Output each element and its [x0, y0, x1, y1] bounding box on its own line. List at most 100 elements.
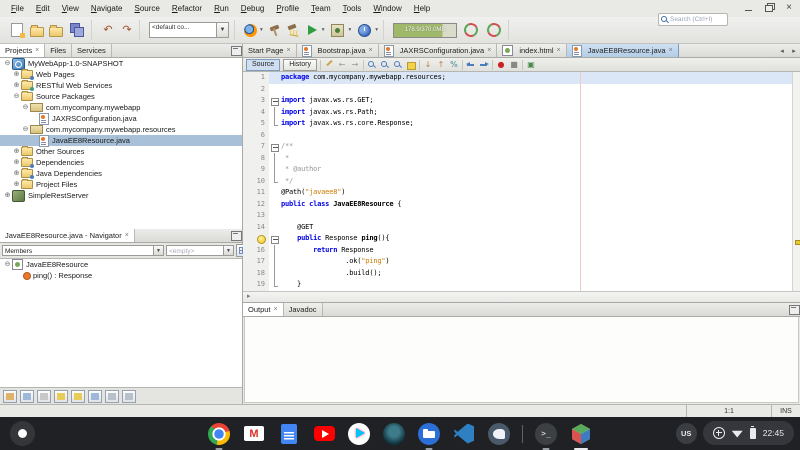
tab-services[interactable]: Services: [72, 44, 112, 57]
shelf-app-files[interactable]: [417, 422, 441, 446]
minimize-panel-icon[interactable]: [230, 44, 242, 57]
fold-marker[interactable]: [269, 279, 281, 291]
build-button[interactable]: [268, 23, 282, 37]
shift-line-right-icon[interactable]: [479, 60, 489, 70]
view-source-button[interactable]: Source: [246, 59, 280, 71]
clean-build-button[interactable]: [287, 23, 301, 37]
menu-team[interactable]: Team: [305, 2, 337, 15]
code-line-19[interactable]: 19 }: [243, 279, 800, 291]
open-project-button[interactable]: [49, 27, 63, 37]
minimized-window-icon[interactable]: [88, 390, 102, 403]
code-line-5[interactable]: 5import javax.ws.rs.core.Response;: [243, 118, 800, 130]
forward-icon[interactable]: →: [350, 60, 360, 70]
menu-file[interactable]: File: [5, 2, 30, 15]
output-tab-javadoc[interactable]: Javadoc: [284, 303, 323, 316]
error-stripe[interactable]: [792, 72, 800, 291]
close-tab-icon[interactable]: ×: [125, 232, 129, 239]
expand-icon[interactable]: ⊕: [12, 69, 21, 80]
minimized-palette-icon[interactable]: [3, 390, 17, 403]
menu-navigate[interactable]: Navigate: [85, 2, 129, 15]
shelf-app-cloud-app[interactable]: [487, 422, 511, 446]
find-next-occurrence-icon[interactable]: [380, 60, 390, 70]
keyboard-layout-badge[interactable]: US: [676, 423, 697, 444]
garbage-collect-1-button[interactable]: [462, 21, 480, 39]
shelf-app-terminal[interactable]: >_: [534, 422, 558, 446]
last-edited-icon[interactable]: [324, 60, 334, 70]
minimized-layout-icon[interactable]: [105, 390, 119, 403]
code-line-11[interactable]: 11@Path("javaee8"): [243, 187, 800, 199]
close-tab-icon[interactable]: ×: [274, 306, 278, 313]
tree-item-javaee8resource[interactable]: ⊖JavaEE8Resource: [0, 259, 242, 270]
collapse-icon[interactable]: ⊖: [21, 124, 30, 135]
collapse-icon[interactable]: ⊖: [12, 91, 21, 102]
scroll-tabs-right-icon[interactable]: ▸: [788, 44, 800, 57]
undo-button[interactable]: ↶: [101, 23, 115, 37]
run-button[interactable]: [308, 25, 317, 35]
close-tab-icon[interactable]: ×: [35, 47, 39, 54]
fold-marker[interactable]: [269, 245, 281, 257]
run-configuration-select[interactable]: <default co...▼: [149, 23, 229, 37]
code-line-13[interactable]: 13: [243, 210, 800, 222]
fold-marker[interactable]: [269, 268, 281, 280]
warning-mark[interactable]: [795, 240, 800, 245]
redo-button[interactable]: ↷: [120, 23, 134, 37]
navigator-filter-select[interactable]: <empty>▼: [166, 245, 234, 256]
new-project-button[interactable]: [30, 27, 44, 37]
browser-button[interactable]: [244, 24, 257, 37]
code-line-16[interactable]: 16 return Response: [243, 245, 800, 257]
output-tab-output[interactable]: Output×: [243, 303, 284, 316]
launcher-button[interactable]: [10, 421, 35, 446]
menu-view[interactable]: View: [56, 2, 85, 15]
close-tab-icon[interactable]: ×: [487, 47, 491, 54]
close-tab-icon[interactable]: ×: [286, 47, 290, 54]
toggle-highlight-search-icon[interactable]: [406, 60, 416, 70]
shelf-app-chrome[interactable]: [207, 422, 231, 446]
close-tab-icon[interactable]: ×: [557, 47, 561, 54]
shelf-app-gmail[interactable]: M: [242, 422, 266, 446]
collapse-icon[interactable]: ⊖: [3, 259, 12, 270]
close-tab-icon[interactable]: ×: [669, 47, 673, 54]
debug-project-button[interactable]: [331, 24, 344, 37]
navigator-tab[interactable]: JavaEE8Resource.java - Navigator×: [0, 229, 135, 242]
code-line-14[interactable]: 14 @GET: [243, 222, 800, 234]
editor-tab-javaee8resource-java[interactable]: JavaEE8Resource.java×: [567, 44, 679, 57]
start-macro-recording-icon[interactable]: ●: [496, 60, 506, 70]
menu-debug[interactable]: Debug: [235, 2, 271, 15]
code-line-18[interactable]: 18 .build();: [243, 268, 800, 280]
code-line-7[interactable]: 7/**: [243, 141, 800, 153]
minimize-panel-icon[interactable]: [230, 229, 242, 242]
code-line-1[interactable]: 1package com.mycompany.mywebapp.resource…: [243, 72, 800, 84]
tree-item-com-mycompany-mywebapp-resources[interactable]: ⊖com.mycompany.mywebapp.resources: [0, 124, 242, 135]
search-input[interactable]: [668, 15, 725, 24]
quick-search[interactable]: [658, 13, 728, 26]
editor-tab-index-html[interactable]: index.html×: [497, 44, 566, 57]
code-line-6[interactable]: 6: [243, 130, 800, 142]
save-all-button[interactable]: [70, 23, 84, 37]
minimized-inspector-icon[interactable]: [37, 390, 51, 403]
shelf-app-photos-dark-app[interactable]: [382, 422, 406, 446]
stop-macro-recording-icon[interactable]: ■: [509, 60, 519, 70]
menu-edit[interactable]: Edit: [30, 2, 56, 15]
code-line-8[interactable]: 8 *: [243, 153, 800, 165]
collapse-icon[interactable]: ⊖: [3, 58, 12, 69]
find-previous-occurrence-icon[interactable]: [393, 60, 403, 70]
new-file-button[interactable]: [11, 23, 23, 37]
shelf-app-youtube[interactable]: [312, 422, 336, 446]
profile-project-button[interactable]: [358, 24, 371, 37]
previous-bookmark-icon[interactable]: ↑: [436, 60, 446, 70]
collapse-icon[interactable]: ⊖: [21, 102, 30, 113]
output-content[interactable]: [244, 317, 799, 403]
fold-marker[interactable]: [269, 107, 281, 119]
insert-code-icon[interactable]: ▣: [526, 60, 536, 70]
shelf-app-play-store[interactable]: [347, 422, 371, 446]
menu-tools[interactable]: Tools: [337, 2, 368, 15]
menu-window[interactable]: Window: [367, 2, 407, 15]
menu-run[interactable]: Run: [208, 2, 235, 15]
menu-help[interactable]: Help: [408, 2, 436, 15]
restore-icon[interactable]: [764, 3, 774, 12]
tab-files[interactable]: Files: [45, 44, 72, 57]
fold-marker[interactable]: [269, 141, 281, 153]
expand-icon[interactable]: ⊕: [12, 168, 21, 179]
expand-icon[interactable]: ⊕: [3, 190, 12, 201]
tree-item-com-mycompany-mywebapp[interactable]: ⊖com.mycompany.mywebapp: [0, 102, 242, 113]
